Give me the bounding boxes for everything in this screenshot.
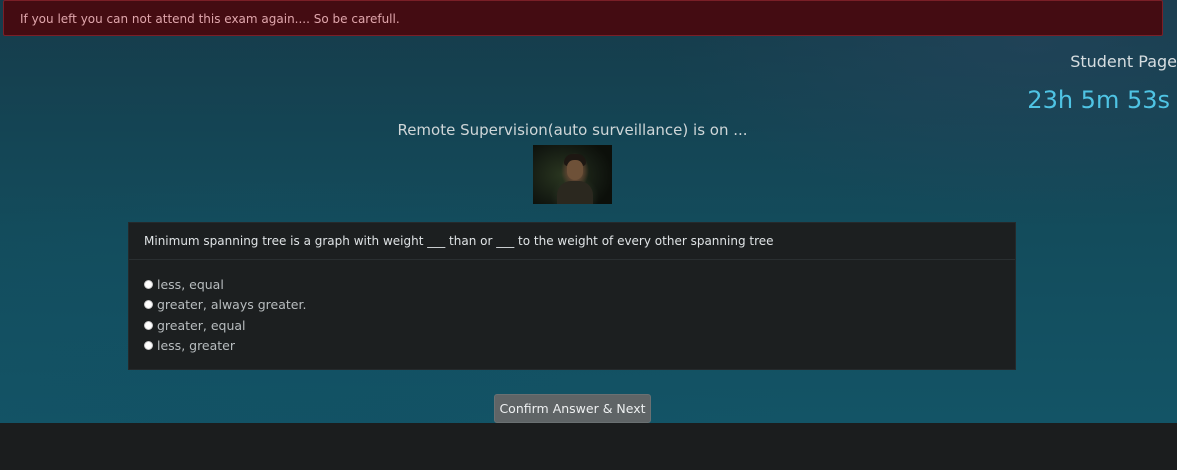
warning-message: If you left you can not attend this exam… bbox=[20, 12, 400, 26]
radio-button[interactable] bbox=[144, 320, 153, 330]
webcam-preview bbox=[533, 145, 612, 204]
answer-option[interactable]: greater, equal bbox=[144, 315, 306, 335]
warning-alert: If you left you can not attend this exam… bbox=[3, 0, 1163, 36]
answer-options: less, equal greater, always greater. gre… bbox=[144, 274, 306, 356]
answer-option[interactable]: greater, always greater. bbox=[144, 295, 306, 315]
answer-option-label: greater, equal bbox=[157, 317, 246, 333]
radio-button[interactable] bbox=[144, 300, 153, 309]
answer-option-label: greater, always greater. bbox=[157, 297, 307, 312]
question-card: Minimum spanning tree is a graph with we… bbox=[128, 222, 1016, 370]
answer-option[interactable]: less, equal bbox=[144, 274, 306, 294]
confirm-answer-button[interactable]: Confirm Answer & Next bbox=[494, 394, 651, 423]
page-title: Student Page bbox=[1070, 52, 1177, 71]
answer-option[interactable]: less, greater bbox=[144, 336, 306, 356]
countdown-timer: 23h 5m 53s bbox=[1027, 86, 1170, 114]
radio-button[interactable] bbox=[144, 341, 153, 350]
exam-page: If you left you can not attend this exam… bbox=[0, 0, 1177, 423]
supervision-status: Remote Supervision(auto surveillance) is… bbox=[397, 121, 748, 139]
webcam-subject-body bbox=[557, 181, 593, 204]
radio-button[interactable] bbox=[144, 279, 153, 289]
question-header: Minimum spanning tree is a graph with we… bbox=[129, 223, 1015, 260]
answer-option-label: less, greater bbox=[157, 338, 236, 353]
webcam-subject-face bbox=[567, 160, 583, 180]
answer-option-label: less, equal bbox=[157, 276, 224, 292]
question-text: Minimum spanning tree is a graph with we… bbox=[144, 234, 774, 248]
